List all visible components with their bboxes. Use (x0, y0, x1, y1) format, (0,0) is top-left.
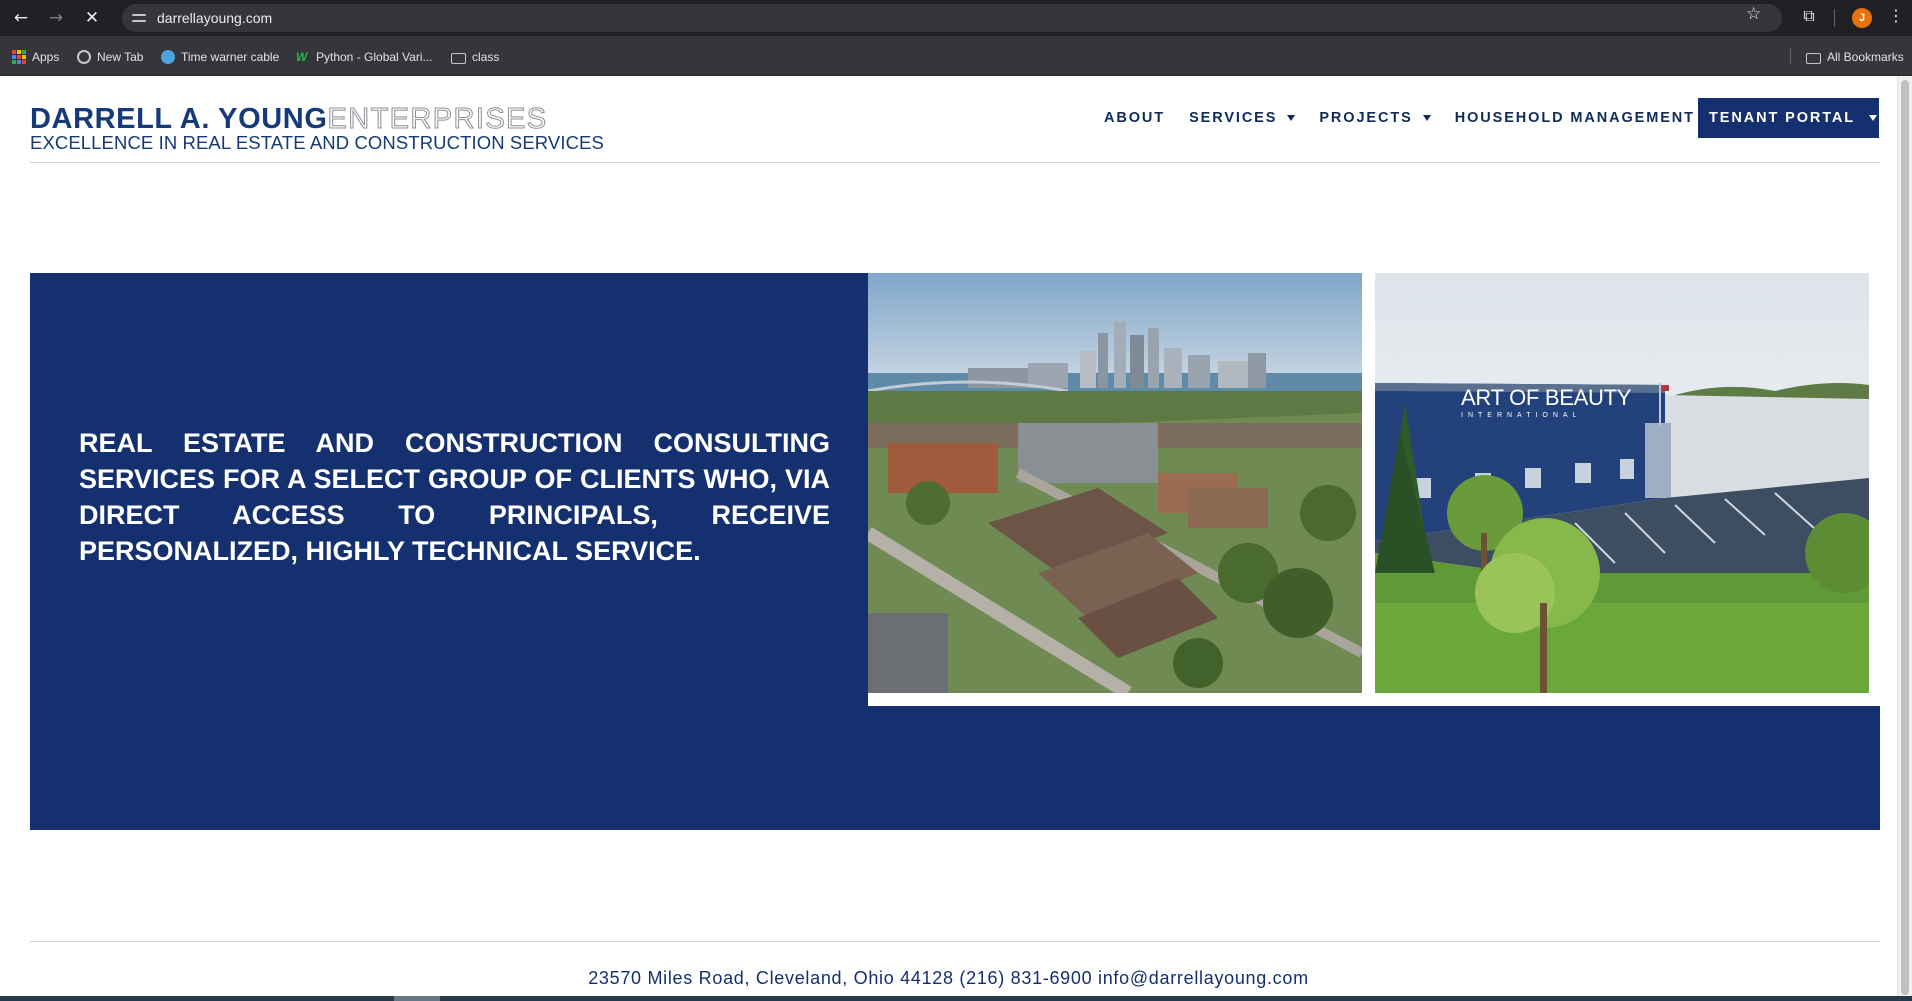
stop-loading-icon[interactable]: ✕ (80, 6, 104, 30)
header-divider (30, 162, 1880, 163)
caret-down-icon (1869, 115, 1878, 121)
extensions-icon[interactable]: ⧉ (1798, 6, 1820, 28)
bookmark-label: New Tab (97, 50, 144, 64)
bookmark-label: Python - Global Vari... (316, 50, 433, 64)
art-of-beauty-sign: ART OF BEAUTY INTERNATIONAL (1461, 385, 1631, 419)
forward-arrow-icon[interactable]: → (44, 6, 68, 30)
logo-tagline: EXCELLENCE IN REAL ESTATE AND CONSTRUCTI… (30, 132, 604, 153)
folder-icon (1806, 52, 1821, 64)
site-logo[interactable]: DARRELL A. YOUNGENTERPRISES EXCELLENCE I… (30, 103, 604, 154)
bookmark-new-tab[interactable]: New Tab (77, 48, 143, 66)
hero-statement: REAL ESTATE AND CONSTRUCTION CONSULTING … (79, 428, 830, 566)
art-of-beauty-building-photo: ART OF BEAUTY INTERNATIONAL (1375, 273, 1869, 693)
site-info-icon[interactable] (132, 11, 146, 25)
bookmark-label: Time warner cable (181, 50, 280, 64)
bookmark-apps[interactable]: Apps (12, 48, 59, 66)
page-scrollbar[interactable] (1897, 76, 1912, 1001)
w-icon: W (296, 50, 308, 64)
bookmarks-bar: Apps New Tab Time warner cable W Python … (0, 36, 1912, 76)
logo-suffix: ENTERPRISES (327, 103, 548, 135)
bookmark-label: Apps (32, 50, 60, 64)
url-text[interactable]: darrellayoung.com (157, 10, 272, 26)
footer-divider (30, 941, 1880, 942)
back-arrow-icon[interactable]: ← (9, 6, 33, 30)
nav-projects-label: PROJECTS (1319, 110, 1413, 126)
bookmark-time-warner[interactable]: Time warner cable (161, 48, 279, 66)
nav-about-label: ABOUT (1104, 110, 1166, 126)
bookmark-label: class (472, 50, 500, 64)
footer-contact[interactable]: 23570 Miles Road, Cleveland, Ohio 44128 … (0, 968, 1897, 989)
bookmark-star-icon[interactable]: ☆ (1746, 4, 1761, 24)
caret-down-icon (1422, 115, 1431, 121)
bookmark-class-folder[interactable]: class (451, 48, 499, 66)
main-nav: ABOUT SERVICES PROJECTS HOUSEHOLD MANAGE… (1104, 98, 1719, 138)
nav-services-label: SERVICES (1189, 110, 1278, 126)
tenant-portal-button[interactable]: TENANT PORTAL (1698, 98, 1879, 138)
apps-grid-icon (12, 50, 26, 64)
logo-name: DARRELL A. YOUNG (30, 103, 328, 135)
nav-projects[interactable]: PROJECTS (1319, 110, 1431, 126)
nav-services[interactable]: SERVICES (1189, 110, 1296, 126)
nav-household[interactable]: HOUSEHOLD MANAGEMENT (1455, 110, 1695, 126)
loading-progress-segment (394, 996, 440, 1001)
nav-household-label: HOUSEHOLD MANAGEMENT (1454, 110, 1695, 126)
hero-section: REAL ESTATE AND CONSTRUCTION CONSULTING … (30, 273, 1880, 830)
profile-avatar[interactable]: J (1852, 8, 1872, 28)
sign-title: ART OF BEAUTY (1461, 385, 1632, 410)
address-bar[interactable]: darrellayoung.com (122, 4, 1782, 32)
logo-wordmark: DARRELL A. YOUNGENTERPRISES (30, 103, 604, 135)
toolbar-divider (1834, 9, 1835, 27)
hero-photo-frame: ART OF BEAUTY INTERNATIONAL (868, 273, 1880, 706)
caret-down-icon (1287, 115, 1296, 121)
folder-icon (451, 52, 466, 64)
loading-progress-bar (0, 996, 1912, 1001)
bookmarks-divider (1790, 48, 1791, 64)
sign-subtitle: INTERNATIONAL (1461, 412, 1582, 419)
city-aerial-photo (868, 273, 1362, 693)
bookmark-python[interactable]: W Python - Global Vari... (296, 48, 433, 66)
tenant-portal-label: TENANT PORTAL (1709, 110, 1856, 126)
browser-toolbar: ← → ✕ darrellayoung.com ☆ ⧉ J ⋮ (0, 0, 1912, 36)
web-page: DARRELL A. YOUNGENTERPRISES EXCELLENCE I… (0, 76, 1912, 1001)
browser-menu-icon[interactable]: ⋮ (1888, 6, 1904, 25)
nav-about[interactable]: ABOUT (1104, 110, 1165, 126)
globe-icon (77, 50, 91, 64)
all-bookmarks-label: All Bookmarks (1827, 50, 1904, 64)
all-bookmarks[interactable]: All Bookmarks (1806, 48, 1904, 66)
twc-icon (161, 50, 175, 64)
scrollbar-thumb[interactable] (1901, 80, 1909, 995)
